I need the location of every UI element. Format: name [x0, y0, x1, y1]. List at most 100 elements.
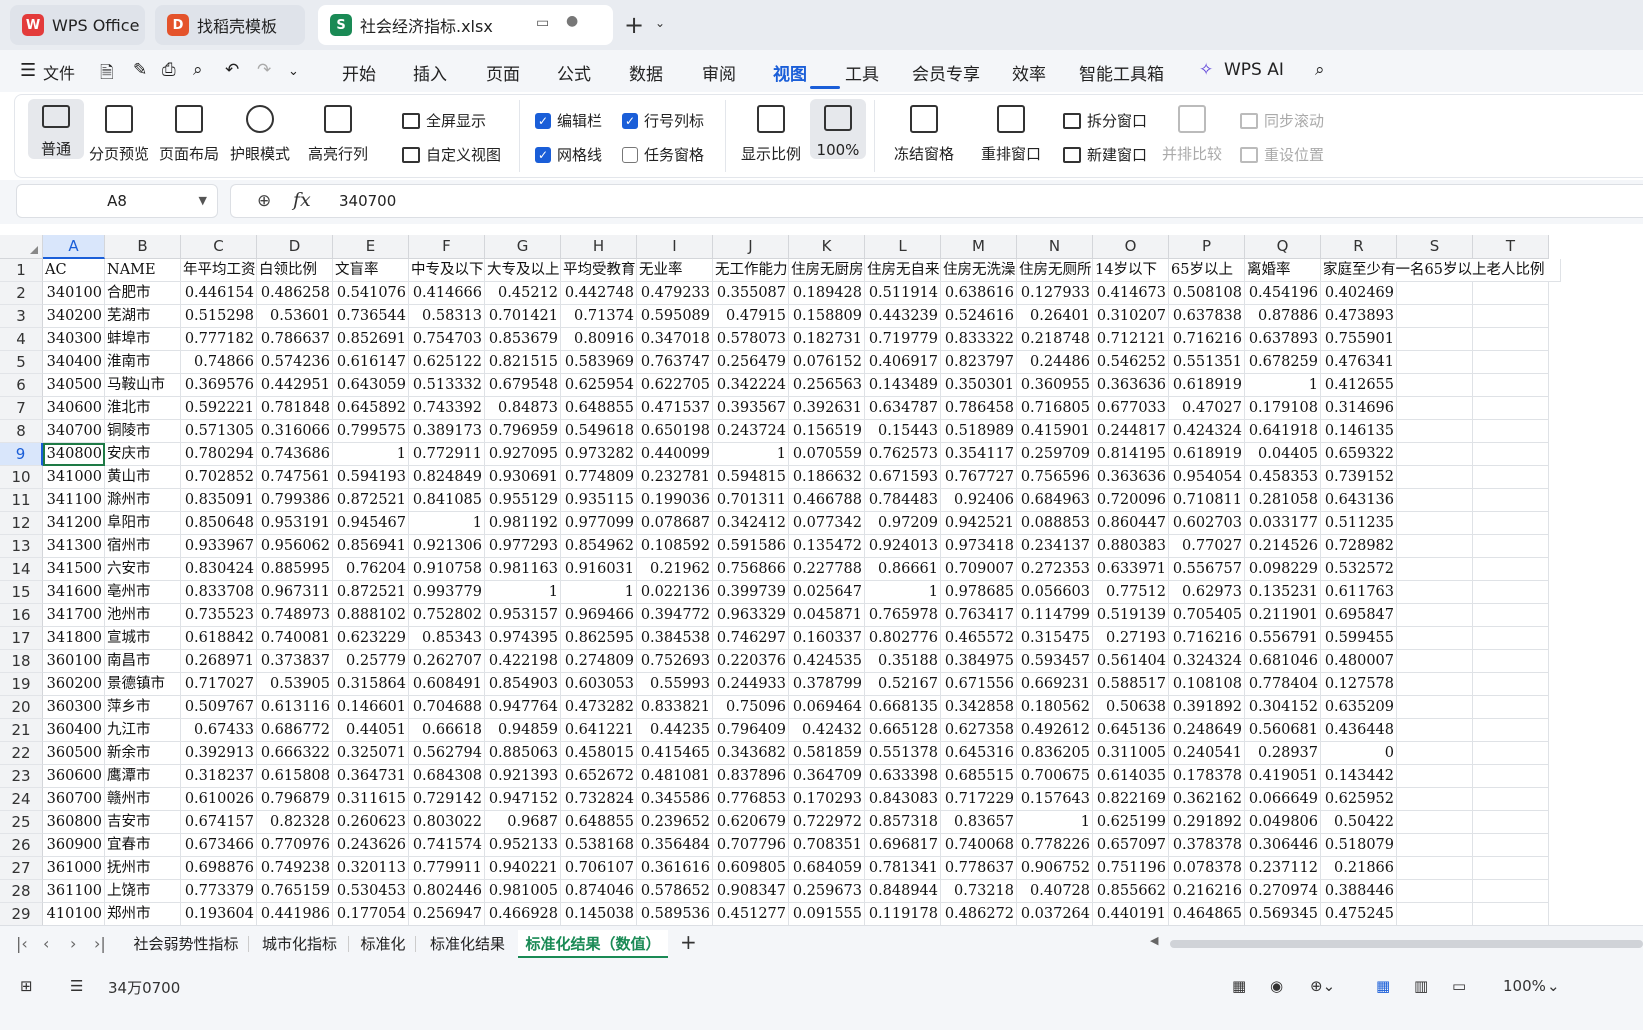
- data-cell[interactable]: [1397, 903, 1473, 926]
- zoom-level[interactable]: 100%: [1503, 977, 1546, 995]
- data-cell[interactable]: 0.71374: [561, 305, 637, 328]
- data-cell[interactable]: 0.623229: [333, 627, 409, 650]
- menu-view[interactable]: 视图: [773, 60, 807, 85]
- data-cell[interactable]: 0.616147: [333, 351, 409, 374]
- column-header-q[interactable]: Q: [1245, 235, 1321, 259]
- data-cell[interactable]: 341000: [43, 466, 105, 489]
- tab-template[interactable]: D 找稻壳模板: [155, 5, 305, 45]
- data-cell[interactable]: 0.908347: [713, 880, 789, 903]
- scroll-left-icon[interactable]: ◀: [1150, 934, 1158, 947]
- data-cell[interactable]: 0.648855: [561, 397, 637, 420]
- data-cell[interactable]: 0.025647: [789, 581, 865, 604]
- data-cell[interactable]: [1397, 443, 1473, 466]
- data-cell[interactable]: [1397, 650, 1473, 673]
- add-tab-icon[interactable]: +: [624, 11, 644, 39]
- row-header-17[interactable]: 17: [0, 627, 43, 650]
- data-cell[interactable]: 0.114799: [1017, 604, 1093, 627]
- data-cell[interactable]: 0.743392: [409, 397, 485, 420]
- data-cell[interactable]: 0.412655: [1321, 374, 1397, 397]
- data-cell[interactable]: 0.422198: [485, 650, 561, 673]
- row-header-21[interactable]: 21: [0, 719, 43, 742]
- row-header-5[interactable]: 5: [0, 351, 43, 374]
- data-cell[interactable]: 0.756596: [1017, 466, 1093, 489]
- data-cell[interactable]: 0.880383: [1093, 535, 1169, 558]
- data-cell[interactable]: 0.67433: [181, 719, 257, 742]
- next-sheet-icon[interactable]: ›: [70, 934, 76, 953]
- add-sheet-icon[interactable]: +: [680, 930, 697, 954]
- row-header-24[interactable]: 24: [0, 788, 43, 811]
- column-header-r[interactable]: R: [1321, 235, 1397, 259]
- data-cell[interactable]: 阜阳市: [105, 512, 181, 535]
- data-cell[interactable]: 0.157643: [1017, 788, 1093, 811]
- gridlines-checkbox[interactable]: ✓ 网格线: [535, 144, 602, 165]
- zoom-formula-icon[interactable]: ⊕: [257, 191, 271, 211]
- data-cell[interactable]: 360600: [43, 765, 105, 788]
- data-cell[interactable]: 340500: [43, 374, 105, 397]
- data-cell[interactable]: 0.888102: [333, 604, 409, 627]
- header-cell[interactable]: 无工作能力: [713, 259, 789, 282]
- eye-icon[interactable]: ◉: [1270, 977, 1283, 995]
- row-header-18[interactable]: 18: [0, 650, 43, 673]
- data-cell[interactable]: 0.524616: [941, 305, 1017, 328]
- data-cell[interactable]: 0.751196: [1093, 857, 1169, 880]
- zoom-100-button[interactable]: 100%: [810, 99, 866, 159]
- menu-insert[interactable]: 插入: [413, 60, 447, 85]
- data-cell[interactable]: 0.854903: [485, 673, 561, 696]
- row-header-11[interactable]: 11: [0, 489, 43, 512]
- data-cell[interactable]: [1473, 282, 1549, 305]
- data-cell[interactable]: 0.373837: [257, 650, 333, 673]
- data-cell[interactable]: 0.796959: [485, 420, 561, 443]
- column-header-j[interactable]: J: [713, 235, 789, 259]
- data-cell[interactable]: 吉安市: [105, 811, 181, 834]
- data-cell[interactable]: 0.369576: [181, 374, 257, 397]
- data-cell[interactable]: 0.256479: [713, 351, 789, 374]
- data-cell[interactable]: 0.837896: [713, 765, 789, 788]
- data-cell[interactable]: 0.856941: [333, 535, 409, 558]
- data-cell[interactable]: 0.47915: [713, 305, 789, 328]
- data-cell[interactable]: [1473, 742, 1549, 765]
- data-cell[interactable]: 0.186632: [789, 466, 865, 489]
- data-cell[interactable]: 0.684963: [1017, 489, 1093, 512]
- custom-view-button[interactable]: 自定义视图: [402, 144, 501, 165]
- data-cell[interactable]: 0.556791: [1245, 627, 1321, 650]
- data-cell[interactable]: 0.244933: [713, 673, 789, 696]
- data-cell[interactable]: 0.822169: [1093, 788, 1169, 811]
- data-cell[interactable]: 芜湖市: [105, 305, 181, 328]
- data-cell[interactable]: 0.578073: [713, 328, 789, 351]
- header-cell[interactable]: 平均受教育: [561, 259, 637, 282]
- data-cell[interactable]: 0.316066: [257, 420, 333, 443]
- data-cell[interactable]: [1397, 420, 1473, 443]
- data-cell[interactable]: 0.218748: [1017, 328, 1093, 351]
- data-cell[interactable]: 0.702852: [181, 466, 257, 489]
- data-cell[interactable]: 1: [333, 443, 409, 466]
- data-cell[interactable]: [1473, 650, 1549, 673]
- data-cell[interactable]: 0.143489: [865, 374, 941, 397]
- data-cell[interactable]: 0.362162: [1169, 788, 1245, 811]
- column-header-i[interactable]: I: [637, 235, 713, 259]
- monitor-icon[interactable]: ▭: [536, 15, 549, 31]
- data-cell[interactable]: 0.541076: [333, 282, 409, 305]
- data-cell[interactable]: 0.637893: [1245, 328, 1321, 351]
- data-cell[interactable]: 0.665128: [865, 719, 941, 742]
- data-cell[interactable]: 0.345586: [637, 788, 713, 811]
- data-cell[interactable]: [1397, 328, 1473, 351]
- data-cell[interactable]: 0.977099: [561, 512, 637, 535]
- data-cell[interactable]: 六安市: [105, 558, 181, 581]
- data-cell[interactable]: [1397, 512, 1473, 535]
- header-cell[interactable]: AC: [43, 259, 105, 282]
- data-cell[interactable]: 0.974395: [485, 627, 561, 650]
- data-cell[interactable]: 0.342858: [941, 696, 1017, 719]
- chevron-down-icon[interactable]: ⌄: [1547, 977, 1560, 995]
- header-cell[interactable]: 大专及以上: [485, 259, 561, 282]
- data-cell[interactable]: [1397, 765, 1473, 788]
- data-cell[interactable]: 0.615808: [257, 765, 333, 788]
- data-cell[interactable]: 0.281058: [1245, 489, 1321, 512]
- menu-formula[interactable]: 公式: [557, 60, 591, 85]
- data-cell[interactable]: 0.83657: [941, 811, 1017, 834]
- data-cell[interactable]: 0.618842: [181, 627, 257, 650]
- data-cell[interactable]: 0.033177: [1245, 512, 1321, 535]
- highlight-row-col-button[interactable]: 高亮行列: [300, 105, 376, 164]
- data-cell[interactable]: 0.981192: [485, 512, 561, 535]
- header-cell[interactable]: NAME: [105, 259, 181, 282]
- data-cell[interactable]: 0.860447: [1093, 512, 1169, 535]
